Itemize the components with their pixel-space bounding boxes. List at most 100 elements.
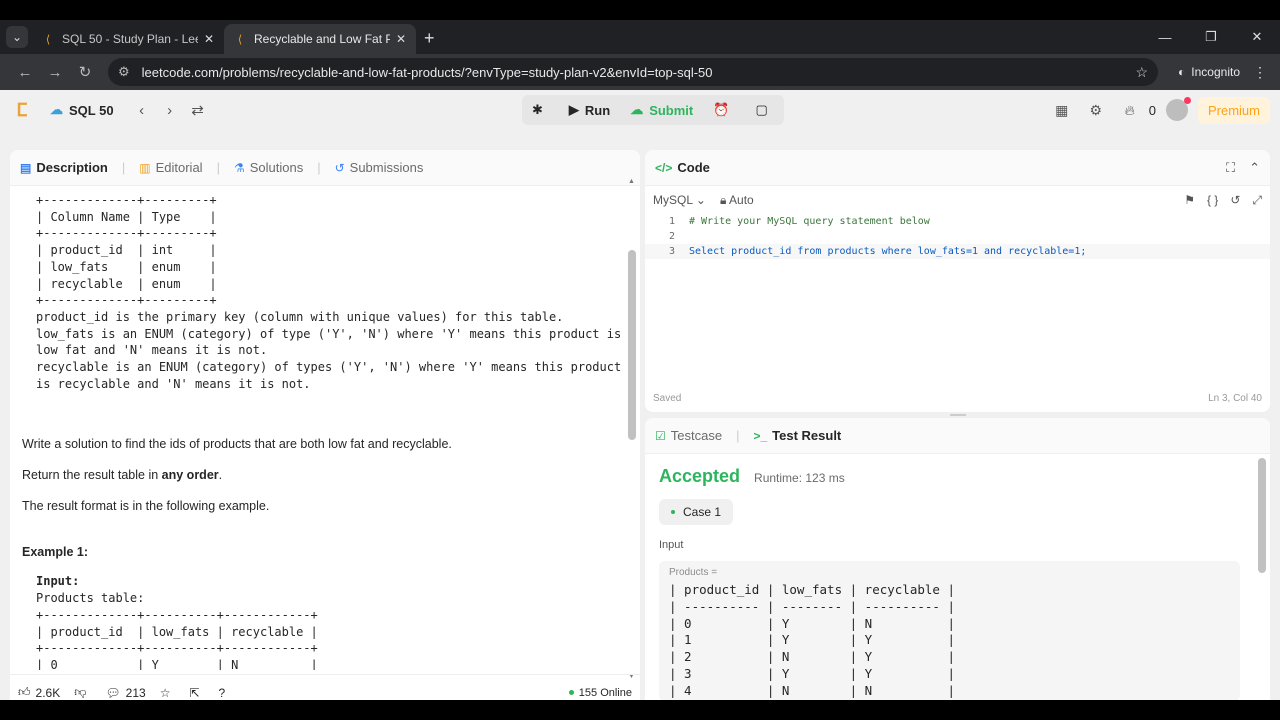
tab-solutions[interactable]: ⚗ Solutions xyxy=(234,160,303,175)
study-plan-link[interactable]: ☁ SQL 50 xyxy=(50,102,114,118)
example-table-name: Products table: xyxy=(36,591,145,606)
browser-tab-study-plan[interactable]: ⟨ SQL 50 - Study Plan - LeetCode ✕ xyxy=(32,24,224,54)
history-icon: ↺ xyxy=(334,160,345,175)
premium-button[interactable]: Premium xyxy=(1197,96,1270,124)
layout-icon[interactable]: ▦ xyxy=(1045,102,1079,119)
format-braces-icon[interactable]: { } xyxy=(1207,193,1218,208)
code-editor[interactable]: 1 # Write your MySQL query statement bel… xyxy=(645,214,1270,374)
prev-problem-icon[interactable]: ‹ xyxy=(128,102,156,119)
runtime-label: Runtime: 123 ms xyxy=(754,471,845,485)
leetcode-logo-icon[interactable]: ⵎ xyxy=(10,98,34,122)
scroll-thumb[interactable] xyxy=(1258,458,1266,573)
close-tab-icon[interactable]: ✕ xyxy=(204,32,214,46)
terminal-icon: >_ xyxy=(753,428,768,443)
cloud-icon: ☁ xyxy=(50,102,63,117)
line-number: 3 xyxy=(668,246,675,257)
tab-description[interactable]: ▤ Description xyxy=(20,160,108,175)
scroll-thumb[interactable] xyxy=(628,250,636,440)
avatar[interactable] xyxy=(1165,97,1191,121)
question-icon: ? xyxy=(218,685,226,700)
run-button[interactable]: ▶ Run xyxy=(559,95,620,125)
restore-icon[interactable]: ❐ xyxy=(1188,29,1234,45)
alarm-icon: ⏰ xyxy=(713,102,730,117)
result-tabs: ☑ Testcase | >_ Test Result xyxy=(645,418,1270,454)
favorite-button[interactable]: ☆ xyxy=(160,686,176,700)
autocomplete-toggle[interactable]: 🔒︎ Auto xyxy=(720,193,754,208)
incognito-icon: ◐ xyxy=(1178,65,1186,79)
input-var-name: Products = xyxy=(669,567,718,578)
close-window-icon[interactable]: ✕ xyxy=(1234,29,1280,45)
collapse-icon[interactable]: ⌃ xyxy=(1249,160,1260,176)
tab-label: Editorial xyxy=(155,160,203,175)
next-problem-icon[interactable]: › xyxy=(156,102,184,119)
timer-button[interactable]: ⏰ xyxy=(703,95,745,125)
thumbs-down-icon: 👎︎ xyxy=(74,685,87,699)
debug-button[interactable]: ✱ xyxy=(522,95,559,125)
example-table: +-------------+----------+------------+ … xyxy=(36,607,318,670)
code-title: Code xyxy=(677,160,710,175)
browser-tab-problem[interactable]: ⟨ Recyclable and Low Fat Products ✕ xyxy=(224,24,416,54)
code-icon: </> xyxy=(655,160,673,175)
tab-editorial[interactable]: ▥ Editorial xyxy=(139,160,202,175)
incognito-label: Incognito xyxy=(1191,65,1240,79)
language-select[interactable]: MySQL ⌄ xyxy=(653,193,706,207)
close-tab-icon[interactable]: ✕ xyxy=(396,32,406,46)
bookmark-star-icon[interactable]: ☆ xyxy=(1135,64,1148,81)
dislike-button[interactable]: 👎︎ xyxy=(74,685,91,700)
share-button[interactable]: ⇱ xyxy=(189,686,204,700)
reload-icon[interactable]: ↻ xyxy=(70,63,100,81)
maximize-icon[interactable]: ⛶ xyxy=(1226,160,1235,176)
example-input-label: Input: xyxy=(36,574,80,589)
forward-icon[interactable]: → xyxy=(40,64,70,81)
online-dot xyxy=(568,690,574,695)
shuffle-icon[interactable]: ⇄ xyxy=(184,101,212,119)
address-bar-row: ← → ↻ ⚙ leetcode.com/problems/recyclable… xyxy=(0,54,1280,90)
bookmark-icon[interactable]: ⚑ xyxy=(1184,193,1195,208)
share-icon: ⇱ xyxy=(189,685,200,700)
streak-fire-icon[interactable]: 🔥︎ xyxy=(1113,102,1147,119)
run-submit-group: ✱ ▶ Run ☁ Submit ⏰ ▢ xyxy=(522,95,784,125)
description-scrollbar[interactable]: ▲ ▼ xyxy=(628,178,636,680)
like-count: 2.6K xyxy=(35,685,61,700)
tab-testcase[interactable]: ☑ Testcase xyxy=(655,428,722,443)
tab-title: Recyclable and Low Fat Products xyxy=(254,32,390,46)
tab-search-icon[interactable]: ⌄ xyxy=(6,26,28,48)
online-label: 155 Online xyxy=(578,686,632,699)
play-icon: ▶ xyxy=(568,102,579,117)
submit-button[interactable]: ☁ Submit xyxy=(620,95,703,125)
like-button[interactable]: 👍︎ 2.6K xyxy=(18,685,60,700)
url-field[interactable]: ⚙ leetcode.com/problems/recyclable-and-l… xyxy=(108,58,1159,86)
code-tab[interactable]: </> Code xyxy=(655,160,710,175)
scroll-up-icon[interactable]: ▲ xyxy=(628,178,635,185)
incognito-badge[interactable]: ◐ Incognito xyxy=(1168,65,1250,79)
settings-gear-icon[interactable]: ⚙ xyxy=(1079,102,1113,119)
comment-count: 213 xyxy=(125,685,146,700)
browser-tab-bar: ⌄ ⟨ SQL 50 - Study Plan - LeetCode ✕ ⟨ R… xyxy=(0,20,1280,54)
expand-icon[interactable]: ⤢ xyxy=(1252,193,1262,208)
notes-button[interactable]: ▢ xyxy=(745,95,783,125)
browser-menu-icon[interactable]: ⋮ xyxy=(1250,64,1270,81)
minimize-icon[interactable]: — xyxy=(1142,30,1188,45)
code-line-current: 3 Select product_id from products where … xyxy=(645,244,1270,259)
comments-button[interactable]: 💬︎ 213 xyxy=(105,686,145,700)
tab-divider: | xyxy=(736,428,740,443)
lock-icon: 🔒︎ xyxy=(719,192,727,207)
result-scrollbar[interactable] xyxy=(1258,458,1266,700)
url-text: leetcode.com/problems/recyclable-and-low… xyxy=(141,64,713,80)
streak-count: 0 xyxy=(1148,102,1156,118)
language-label: MySQL xyxy=(653,193,693,207)
tab-test-result[interactable]: >_ Test Result xyxy=(753,428,841,443)
description-footer: 👍︎ 2.6K 👎︎ 💬︎ 213 ☆ ⇱ ? 155 Online xyxy=(10,674,640,700)
tab-submissions[interactable]: ↺ Submissions xyxy=(335,160,424,175)
back-icon[interactable]: ← xyxy=(10,64,40,81)
case-tab[interactable]: Case 1 xyxy=(659,499,734,525)
pass-dot xyxy=(671,510,675,514)
reset-icon[interactable]: ↺ xyxy=(1230,193,1240,208)
site-info-icon[interactable]: ⚙ xyxy=(118,64,130,80)
editor-actions: ⚑ { } ↺ ⤢ xyxy=(1172,193,1262,208)
help-button[interactable]: ? xyxy=(219,686,231,700)
panel-resize-handle[interactable] xyxy=(950,414,966,416)
new-tab-icon[interactable]: + xyxy=(424,28,435,49)
star-icon: ☆ xyxy=(159,685,171,700)
leetcode-favicon-icon: ⟨ xyxy=(45,33,51,46)
